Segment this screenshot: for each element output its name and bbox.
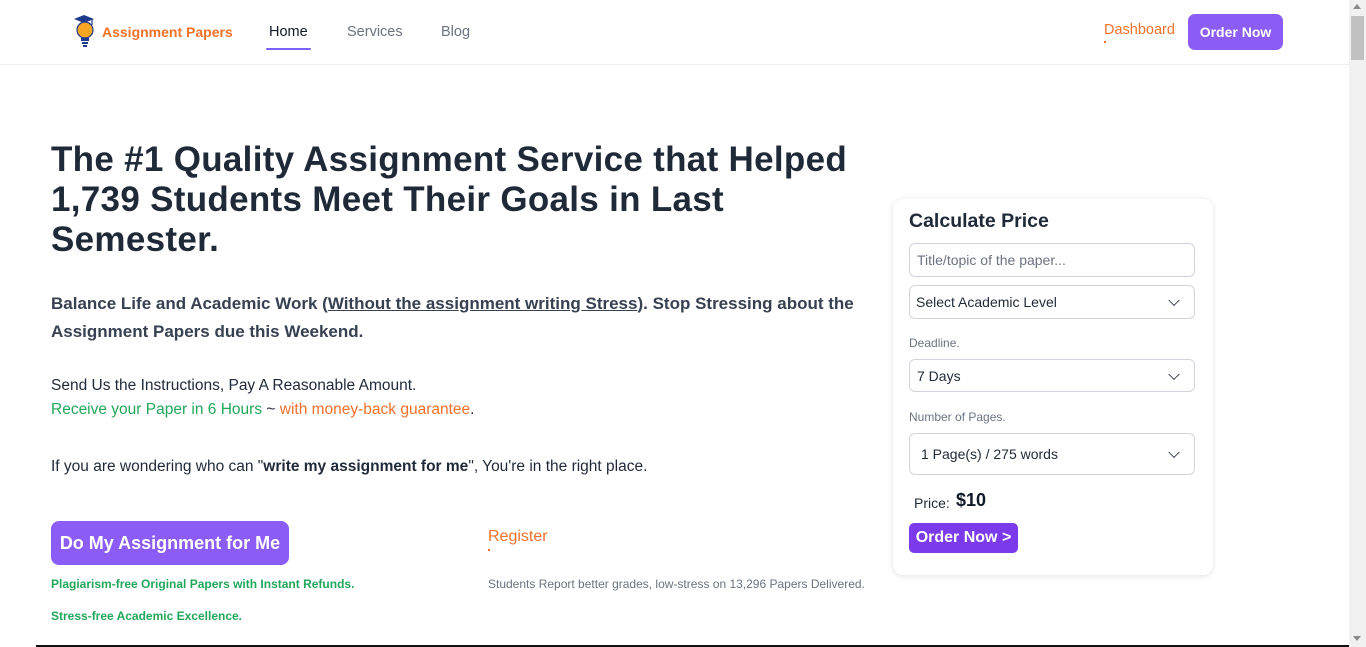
period: . [470, 401, 475, 418]
price-value: $10 [956, 490, 987, 510]
nav-services[interactable]: Services [347, 24, 403, 40]
nav-blog[interactable]: Blog [441, 24, 470, 40]
chevron-down-icon [1168, 446, 1180, 459]
scrollbar-thumb[interactable] [1351, 16, 1364, 60]
delivery-time: Receive your Paper in 6 Hours [51, 401, 263, 418]
academic-level-value: Select Academic Level [916, 294, 1057, 310]
students-report-text: Students Report better grades, low-stres… [488, 577, 865, 591]
deadline-label: Deadline. [909, 336, 960, 350]
price-calculator-card: Calculate Price Select Academic Level De… [893, 199, 1213, 575]
chevron-down-icon [1168, 294, 1180, 307]
top-navbar: Assignment Papers Home Services Blog Das… [0, 0, 1349, 65]
wonder-keyword: write my assignment for me [263, 458, 469, 475]
active-nav-indicator [266, 48, 311, 50]
plagiarism-note: Plagiarism-free Original Papers with Ins… [51, 577, 355, 591]
pages-select[interactable]: 1 Page(s) / 275 words [909, 433, 1195, 475]
tilde-separator: ~ [262, 401, 280, 418]
wonder-part2: ", You're in the right place. [468, 458, 648, 475]
vertical-scrollbar[interactable] [1349, 0, 1366, 647]
send-instructions-line: Send Us the Instructions, Pay A Reasonab… [51, 377, 417, 394]
guarantee-text: with money-back guarantee [279, 401, 471, 418]
deadline-value: 7 Days [917, 367, 961, 384]
chevron-down-icon [1168, 368, 1180, 380]
dashboard-underline [1104, 41, 1106, 43]
stress-free-note: Stress-free Academic Excellence. [51, 609, 242, 623]
pages-value: 1 Page(s) / 275 words [921, 446, 1058, 462]
scroll-down-arrow-icon[interactable] [1353, 636, 1361, 641]
register-link[interactable]: Register [488, 528, 548, 546]
pages-label: Number of Pages. [909, 410, 1006, 424]
nav-home[interactable]: Home [269, 24, 308, 40]
delivery-line: Receive your Paper in 6 Hours ~ with mon… [51, 398, 474, 422]
scroll-up-arrow-icon[interactable] [1353, 4, 1361, 9]
wonder-part1: If you are wondering who can " [51, 458, 264, 475]
order-now-button[interactable]: Order Now [1188, 14, 1283, 50]
calculator-title: Calculate Price [909, 210, 1049, 232]
brand-logo[interactable]: Assignment Papers [72, 14, 233, 50]
academic-level-select[interactable]: Select Academic Level [909, 285, 1195, 319]
hero-title: The #1 Quality Assignment Service that H… [51, 140, 848, 259]
price-label: Price: [914, 495, 950, 511]
hero-subtitle-link[interactable]: Without the assignment writing Stress [328, 294, 638, 313]
instructions-text: Send Us the Instructions, Pay A Reasonab… [51, 374, 474, 422]
paper-topic-field[interactable] [909, 243, 1195, 277]
dashboard-link[interactable]: Dashboard [1104, 22, 1175, 38]
deadline-select[interactable]: 7 Days [909, 359, 1195, 392]
hero-subtitle-part1: Balance Life and Academic Work ( [51, 294, 328, 313]
register-underline [488, 549, 490, 551]
graduation-bulb-icon [74, 15, 94, 47]
paper-topic-input[interactable] [917, 252, 1177, 268]
do-my-assignment-button[interactable]: Do My Assignment for Me [51, 521, 289, 565]
wonder-text: If you are wondering who can "write my a… [51, 458, 647, 476]
brand-name: Assignment Papers [102, 24, 233, 40]
calculator-order-button[interactable]: Order Now > [909, 523, 1018, 553]
hero-subtitle: Balance Life and Academic Work (Without … [51, 290, 871, 346]
